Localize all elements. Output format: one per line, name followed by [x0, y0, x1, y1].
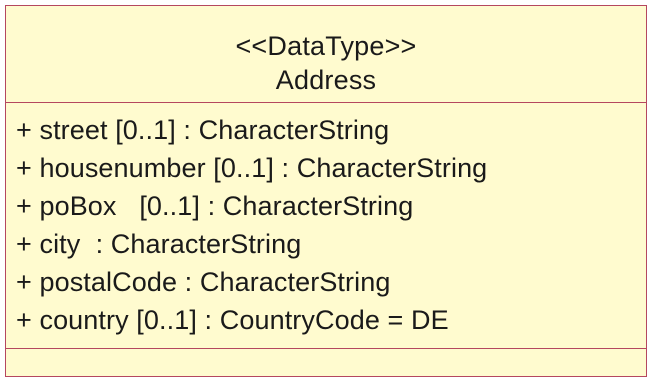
attribute-compartment: + street [0..1] : CharacterString + hous…: [6, 103, 646, 349]
attribute-pobox: + poBox [0..1] : CharacterString: [16, 191, 414, 221]
attribute-street: + street [0..1] : CharacterString: [16, 115, 390, 145]
attribute-housenumber: + housenumber [0..1] : CharacterString: [16, 153, 488, 183]
name-compartment: <<DataType>> Address: [6, 6, 646, 103]
uml-datatype-box: <<DataType>> Address + street [0..1] : C…: [5, 5, 647, 377]
attribute-postalcode: + postalCode : CharacterString: [16, 267, 391, 297]
stereotype-label: <<DataType>>: [235, 31, 417, 61]
attribute-city: + city : CharacterString: [16, 229, 302, 259]
operation-compartment: [6, 349, 646, 376]
attribute-country: + country [0..1] : CountryCode = DE: [16, 305, 449, 335]
class-name: Address: [275, 65, 377, 95]
